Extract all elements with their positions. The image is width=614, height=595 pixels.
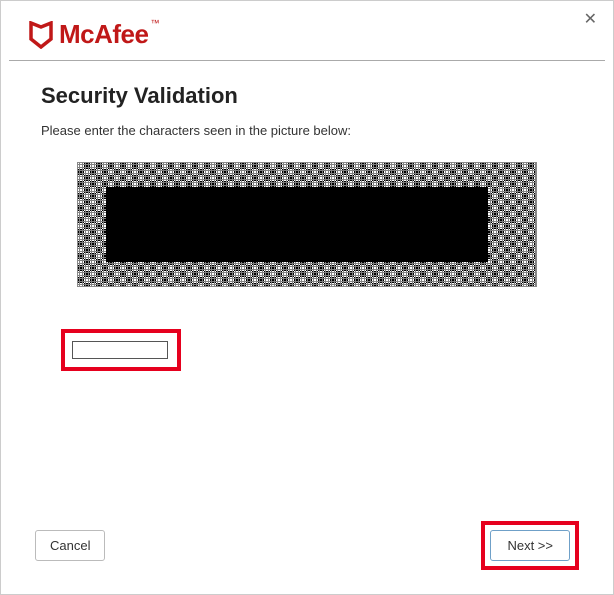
cancel-button[interactable]: Cancel	[35, 530, 105, 561]
main-content: Security Validation Please enter the cha…	[1, 61, 613, 391]
instruction-text: Please enter the characters seen in the …	[41, 123, 573, 138]
next-highlight-box: Next >>	[481, 521, 579, 570]
next-button[interactable]: Next >>	[490, 530, 570, 561]
captcha-redacted-area	[106, 187, 488, 262]
close-button[interactable]: ✕	[576, 5, 605, 33]
brand-logo: McAfee ™	[29, 19, 585, 50]
page-title: Security Validation	[41, 83, 573, 109]
brand-tm: ™	[150, 18, 159, 28]
footer-buttons: Cancel Next >>	[1, 521, 613, 570]
brand-name: McAfee	[59, 19, 148, 50]
header: McAfee ™	[1, 1, 613, 60]
input-highlight-box	[61, 329, 181, 371]
shield-icon	[29, 21, 53, 49]
captcha-input[interactable]	[72, 341, 168, 359]
captcha-image	[77, 162, 537, 287]
